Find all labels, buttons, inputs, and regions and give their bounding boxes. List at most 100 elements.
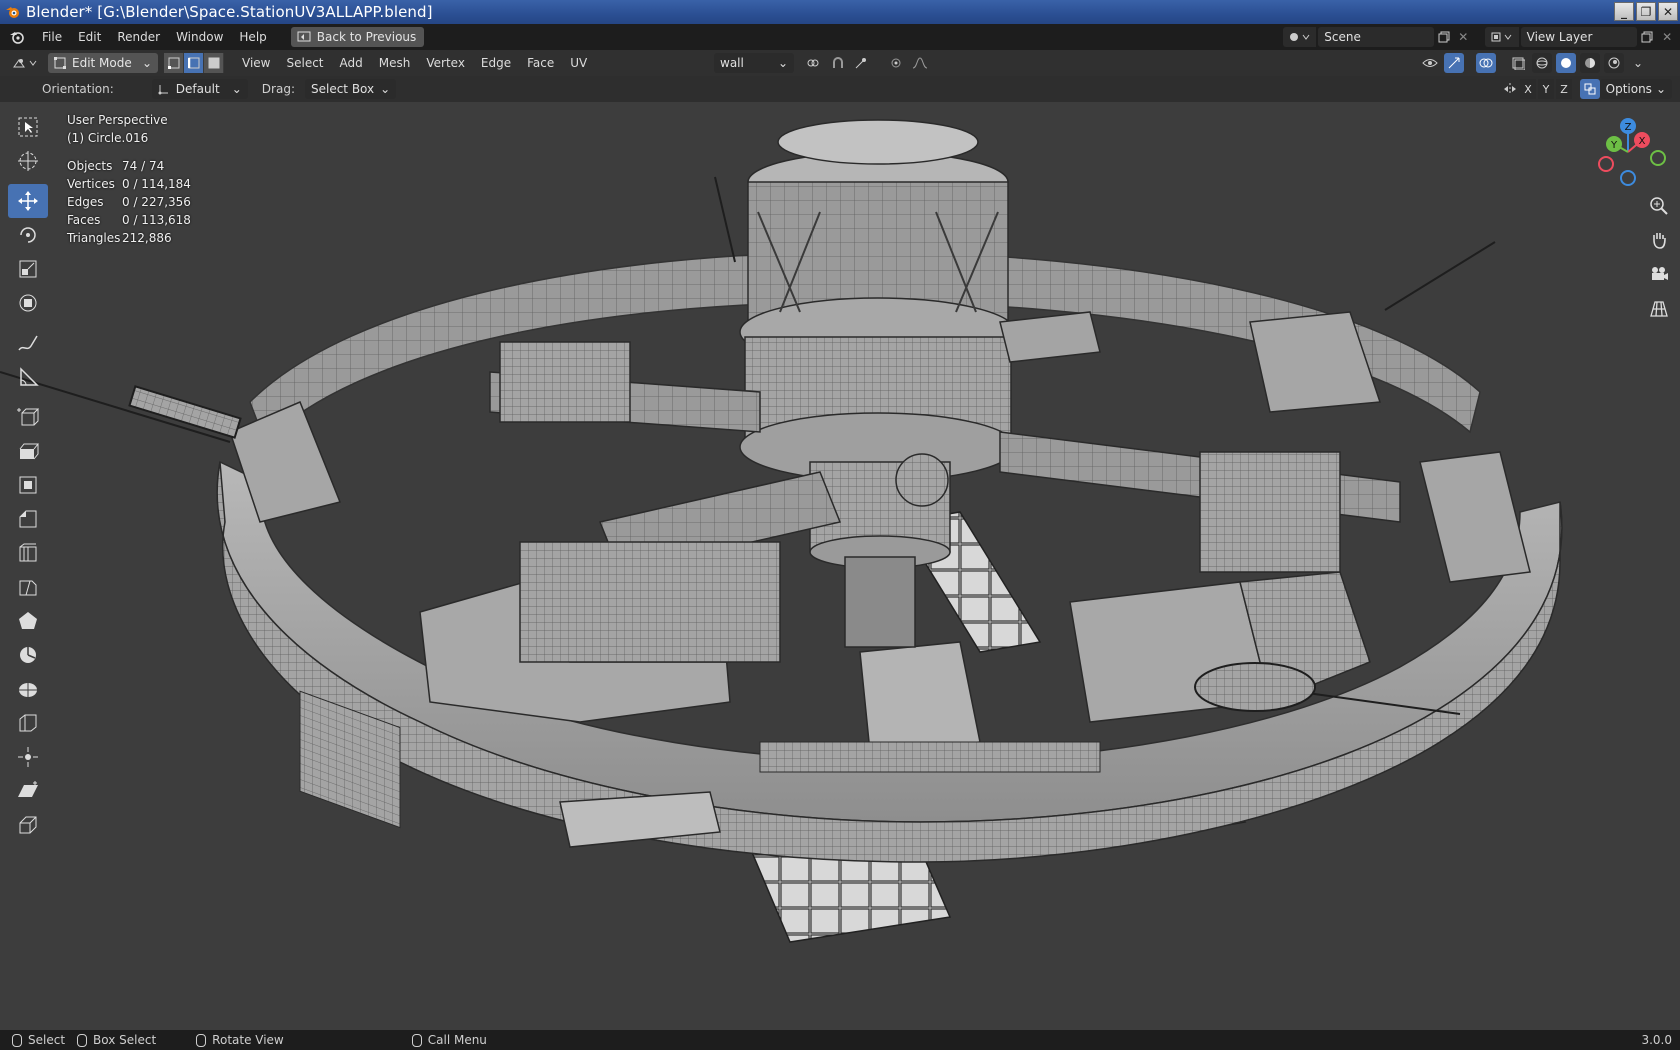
gizmo-neg-y-axis[interactable] <box>1650 150 1666 166</box>
ortho-grid-icon[interactable] <box>1644 294 1674 322</box>
proportional-edit-icon[interactable] <box>886 53 906 73</box>
header-menu-uv[interactable]: UV <box>562 56 595 70</box>
uv-map-selector[interactable]: wall ⌄ <box>714 53 794 73</box>
stat-label: Objects <box>67 159 113 173</box>
orientation-value: Default <box>175 82 220 96</box>
orientation-label: Orientation: <box>42 82 114 96</box>
knife-tool[interactable] <box>8 570 48 604</box>
inset-faces-tool[interactable] <box>8 468 48 502</box>
pan-hand-icon[interactable] <box>1644 226 1674 254</box>
tool-settings-bar: Orientation: Default ⌄ Drag: Select Box … <box>0 76 1680 102</box>
overlays-toggle-icon[interactable] <box>1476 53 1496 73</box>
gizmo-neg-x-axis[interactable] <box>1598 156 1614 172</box>
snap-target-icon[interactable] <box>852 53 872 73</box>
header-menu-view[interactable]: View <box>234 56 278 70</box>
version-label: 3.0.0 <box>1641 1033 1672 1047</box>
edge-select-icon[interactable] <box>184 53 204 73</box>
rotate-tool[interactable] <box>8 218 48 252</box>
extrude-region-tool[interactable] <box>8 434 48 468</box>
spin-tool[interactable] <box>8 638 48 672</box>
loop-cut-tool[interactable] <box>8 536 48 570</box>
new-scene-icon[interactable] <box>1434 27 1454 47</box>
menu-edit[interactable]: Edit <box>70 26 109 48</box>
xray-toggle-icon[interactable] <box>1508 53 1528 73</box>
blender-menu-icon[interactable] <box>6 26 28 48</box>
falloff-icon[interactable] <box>910 53 930 73</box>
shading-options-icon[interactable]: ⌄ <box>1628 53 1648 73</box>
move-tool[interactable] <box>8 184 48 218</box>
mirror-y-toggle[interactable]: Y <box>1538 79 1554 99</box>
edge-slide-tool[interactable] <box>8 706 48 740</box>
header-menu-face[interactable]: Face <box>519 56 562 70</box>
stat-value: 212,886 <box>122 231 172 245</box>
measure-tool[interactable] <box>8 360 48 394</box>
rendered-shading-icon[interactable] <box>1604 53 1624 73</box>
visibility-icon[interactable] <box>1420 53 1440 73</box>
header-menu-edge[interactable]: Edge <box>473 56 519 70</box>
shear-tool[interactable] <box>8 774 48 808</box>
delete-view-layer-icon[interactable]: ✕ <box>1657 27 1677 47</box>
smooth-tool[interactable] <box>8 672 48 706</box>
mode-selector[interactable]: Edit Mode ⌄ <box>48 53 158 73</box>
header-menu-mesh[interactable]: Mesh <box>371 56 419 70</box>
window-titlebar: Blender* [G:\Blender\Space.StationUV3ALL… <box>0 0 1680 24</box>
view-layer-name-field[interactable]: View Layer <box>1520 27 1638 47</box>
menu-file[interactable]: File <box>34 26 70 48</box>
chevron-down-icon: ⌄ <box>380 82 391 96</box>
vertex-select-icon[interactable] <box>164 53 184 73</box>
scene-selector: Scene ✕ <box>1283 27 1473 47</box>
scene-name-field[interactable]: Scene <box>1318 27 1434 47</box>
poly-build-tool[interactable] <box>8 604 48 638</box>
bevel-tool[interactable] <box>8 502 48 536</box>
editor-type-button[interactable] <box>8 53 44 73</box>
transform-pivot-icon[interactable] <box>804 53 824 73</box>
minimize-button[interactable]: _ <box>1614 2 1634 21</box>
menu-help[interactable]: Help <box>231 26 274 48</box>
rip-region-tool[interactable] <box>8 808 48 842</box>
mouse-middle-icon <box>196 1033 207 1047</box>
viewport-header: Edit Mode ⌄ View Select Add Mesh Vertex … <box>0 50 1680 76</box>
new-view-layer-icon[interactable] <box>1637 27 1657 47</box>
mirror-z-toggle[interactable]: Z <box>1556 79 1572 99</box>
header-menu-vertex[interactable]: Vertex <box>418 56 473 70</box>
delete-scene-icon[interactable]: ✕ <box>1453 27 1473 47</box>
face-select-icon[interactable] <box>204 53 224 73</box>
gizmo-y-label: Y <box>1610 140 1618 151</box>
mirror-x-toggle[interactable]: X <box>1520 79 1536 99</box>
header-menu-add[interactable]: Add <box>332 56 371 70</box>
stat-row: Triangles 212,886 <box>67 229 191 247</box>
restore-button[interactable]: ❐ <box>1636 2 1656 21</box>
annotate-tool[interactable] <box>8 326 48 360</box>
drag-selector[interactable]: Select Box ⌄ <box>304 79 397 99</box>
options-button[interactable]: Options ⌄ <box>1599 79 1672 99</box>
material-shading-icon[interactable] <box>1580 53 1600 73</box>
viewport-nav-buttons <box>1644 192 1674 322</box>
header-menu-select[interactable]: Select <box>278 56 331 70</box>
wireframe-shading-icon[interactable] <box>1532 53 1552 73</box>
menu-window[interactable]: Window <box>168 26 231 48</box>
select-box-tool[interactable] <box>8 110 48 144</box>
gizmo-toggle-icon[interactable] <box>1444 53 1464 73</box>
close-button[interactable]: ✕ <box>1658 2 1678 21</box>
menu-render[interactable]: Render <box>109 26 168 48</box>
mouse-right-icon <box>411 1033 422 1047</box>
transform-tool[interactable] <box>8 286 48 320</box>
scale-tool[interactable] <box>8 252 48 286</box>
snap-toggle-icon[interactable] <box>828 53 848 73</box>
back-to-previous-button[interactable]: Back to Previous <box>290 27 425 47</box>
shrink-fatten-tool[interactable] <box>8 740 48 774</box>
status-call-menu-label: Call Menu <box>427 1033 487 1047</box>
3d-viewport[interactable]: User Perspective (1) Circle.016 Objects 7… <box>0 102 1680 1030</box>
view-layer-browse-button[interactable] <box>1485 27 1519 47</box>
zoom-icon[interactable] <box>1644 192 1674 220</box>
orientation-selector[interactable]: Default ⌄ <box>151 79 248 99</box>
add-cube-tool[interactable] <box>8 400 48 434</box>
solid-shading-icon[interactable] <box>1556 53 1576 73</box>
auto-merge-icon[interactable] <box>1580 79 1600 99</box>
scene-browse-button[interactable] <box>1283 27 1317 47</box>
cursor-tool[interactable] <box>8 144 48 178</box>
camera-view-icon[interactable] <box>1644 260 1674 288</box>
gizmo-neg-z-axis[interactable] <box>1620 170 1636 186</box>
status-rotate-view-label: Rotate View <box>212 1033 284 1047</box>
navigation-gizmo[interactable]: Z X Y <box>1580 112 1680 192</box>
